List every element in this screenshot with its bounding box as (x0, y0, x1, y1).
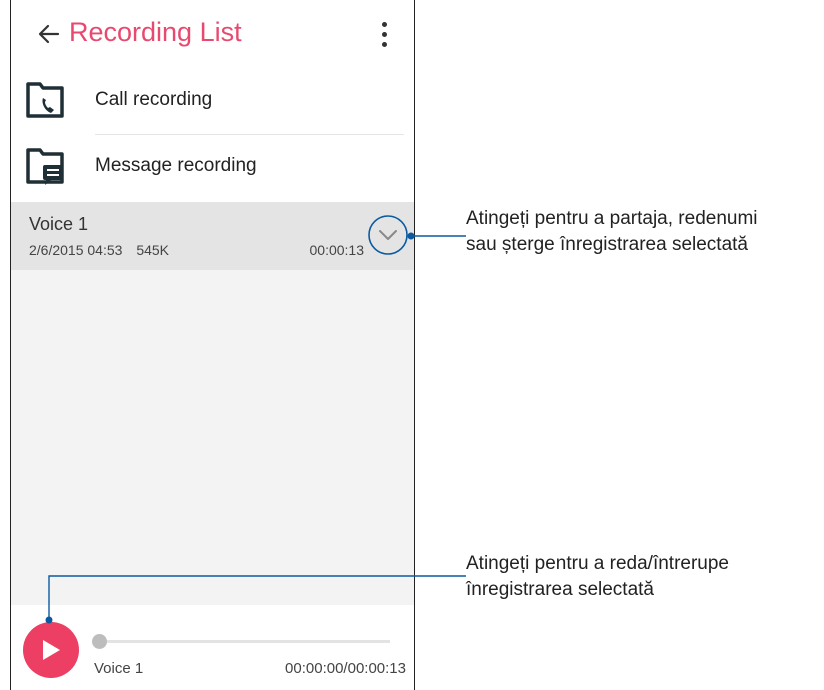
expand-options-button[interactable] (366, 213, 410, 257)
recording-size: 545K (136, 242, 170, 258)
back-button[interactable] (35, 18, 63, 50)
category-label: Message recording (95, 155, 257, 176)
dot (381, 21, 387, 27)
phone-screen: Recording List Call recording Message re… (10, 0, 415, 690)
recording-date: 2/6/2015 04:53 (29, 242, 123, 258)
callout-options: Atingeți pentru a partaja, redenumi sau … (466, 206, 758, 258)
app-bar: Recording List (11, 0, 414, 68)
recording-row[interactable]: Voice 1 2/6/2015 04:53 545K 00:00:13 (11, 202, 414, 270)
slider-thumb[interactable] (92, 634, 107, 649)
callout-line1: Atingeți pentru a partaja, redenumi (466, 208, 758, 229)
player-track-name: Voice 1 (94, 660, 144, 677)
callout-line2: sau șterge înregistrarea selectată (466, 234, 748, 255)
callout-line1: Atingeți pentru a reda/întrerupe (466, 553, 730, 574)
callout-line2: înregistrarea selectată (466, 579, 654, 600)
player-time: 00:00:00/00:00:13 (285, 660, 406, 677)
dot (381, 41, 387, 47)
chevron-down-icon (368, 215, 408, 255)
call-folder-icon (26, 82, 64, 118)
call-recording-item[interactable]: Call recording (11, 68, 414, 134)
category-label: Call recording (95, 89, 213, 110)
player-bar: Voice 1 00:00:00/00:00:13 (11, 605, 414, 690)
recording-name: Voice 1 (29, 214, 89, 234)
message-recording-item[interactable]: Message recording (11, 134, 414, 200)
recording-duration: 00:00:13 (309, 242, 365, 258)
arrow-left-icon (38, 24, 60, 44)
play-icon (43, 640, 60, 660)
recording-list: Voice 1 2/6/2015 04:53 545K 00:00:13 (11, 202, 414, 605)
play-button[interactable] (23, 622, 79, 678)
overflow-menu-button[interactable] (374, 18, 394, 50)
callout-play: Atingeți pentru a reda/întrerupe înregis… (466, 551, 729, 603)
message-folder-icon (26, 148, 64, 185)
page-title: Recording List (69, 17, 242, 47)
recording-meta: 2/6/2015 04:53 545K (29, 242, 169, 258)
dot (381, 31, 387, 37)
progress-slider[interactable] (92, 634, 390, 649)
